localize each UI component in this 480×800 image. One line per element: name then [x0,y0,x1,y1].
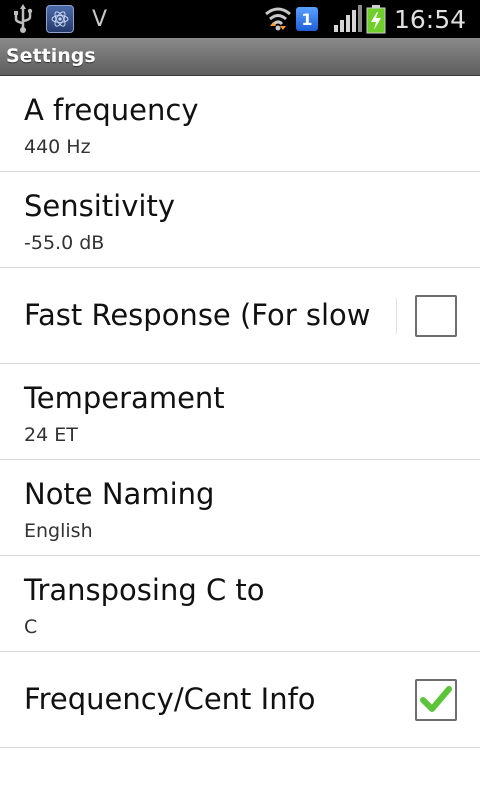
status-bar-right: 1 16:54 [264,4,466,34]
status-bar-left: V [10,4,107,34]
setting-temperament[interactable]: Temperament 24 ET [0,364,480,460]
setting-title: Temperament [24,381,225,415]
setting-transposing[interactable]: Transposing C to C [0,556,480,652]
check-icon [420,686,452,712]
setting-title: Fast Response (For slow [24,298,371,332]
status-indicator-text: V [92,6,108,32]
frequency-cent-info-checkbox[interactable] [415,679,457,721]
setting-summary: 440 Hz [24,136,91,158]
divider [396,298,397,334]
battery-charging-icon [366,5,386,34]
setting-fast-response[interactable]: Fast Response (For slow [0,268,480,364]
setting-summary: English [24,520,93,542]
setting-title: Sensitivity [24,189,175,223]
clock: 16:54 [393,4,466,34]
setting-note-naming[interactable]: Note Naming English [0,460,480,556]
setting-frequency-cent-info[interactable]: Frequency/Cent Info [0,652,480,748]
setting-a-frequency[interactable]: A frequency 440 Hz [0,76,480,172]
setting-title: A frequency [24,93,199,127]
usb-icon [14,4,33,33]
notification-badge: 1 [295,7,318,31]
setting-sensitivity[interactable]: Sensitivity -55.0 dB [0,172,480,268]
status-bar: V 1 16:54 [0,0,480,38]
app-icon [46,5,74,33]
setting-title: Note Naming [24,477,215,511]
fast-response-checkbox[interactable] [415,295,457,337]
setting-title: Frequency/Cent Info [24,682,316,716]
setting-summary: 24 ET [24,424,78,446]
page-title: Settings [6,45,96,67]
wifi-icon [264,7,291,31]
setting-title: Transposing C to [24,573,265,607]
setting-summary: -55.0 dB [24,232,105,254]
signal-icon [333,5,362,32]
setting-summary: C [24,616,38,638]
action-bar: Settings [0,38,480,76]
settings-list: A frequency 440 Hz Sensitivity -55.0 dB … [0,76,480,748]
